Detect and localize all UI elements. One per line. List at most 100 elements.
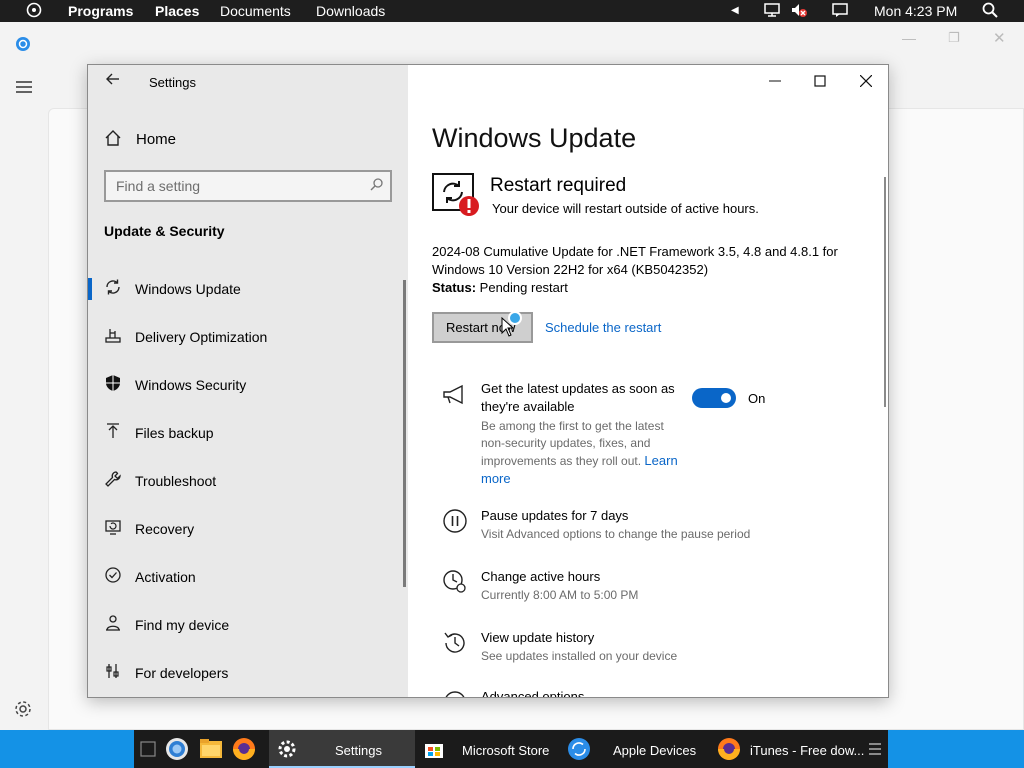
delivery-icon <box>104 326 122 346</box>
chat-icon[interactable] <box>831 2 849 21</box>
sidebar-scrollbar[interactable] <box>403 280 406 587</box>
downloads-link[interactable]: Downloads <box>316 3 385 19</box>
file-manager-icon[interactable] <box>198 730 224 768</box>
taskbar-item-settings[interactable]: Settings <box>269 730 415 768</box>
recovery-icon <box>104 518 122 538</box>
section-heading: Update & Security <box>104 223 225 239</box>
hamburger-menu-icon[interactable] <box>16 80 32 99</box>
nav-item-windows-update[interactable]: Windows Update <box>88 266 408 314</box>
window-title: Settings <box>149 75 196 90</box>
option-title: Advanced options <box>481 689 585 698</box>
settings-sidebar: Settings Home Find a setting Update & Se… <box>88 65 408 697</box>
option-title: View update history <box>481 630 595 645</box>
home-icon <box>104 129 124 151</box>
shield-icon <box>104 374 122 394</box>
nav-label: Find my device <box>135 617 230 633</box>
top-panel: Programs Places Documents Downloads ◀ Mo… <box>0 0 1024 22</box>
nav-item-for-developers[interactable]: For developers <box>88 650 408 697</box>
backup-icon <box>104 422 122 442</box>
settings-main: Windows Update Restart required Your dev… <box>408 65 888 698</box>
close-button[interactable] <box>852 73 880 93</box>
programs-menu[interactable]: Programs <box>68 3 133 19</box>
documents-link[interactable]: Documents <box>220 3 291 19</box>
arrow-left-icon[interactable]: ◀ <box>731 3 739 19</box>
toggle-knob <box>721 393 731 403</box>
nav-label: Delivery Optimization <box>135 329 268 345</box>
store-icon <box>424 739 444 762</box>
person-location-icon <box>104 614 122 634</box>
check-circle-icon <box>104 566 122 586</box>
maximize-button[interactable] <box>806 73 834 93</box>
selection-indicator <box>88 278 92 300</box>
latest-updates-toggle[interactable] <box>692 388 736 408</box>
clock-gear-icon <box>442 569 468 595</box>
option-subtitle: Visit Advanced options to change the pau… <box>481 527 751 541</box>
apple-devices-icon <box>567 737 591 764</box>
nav-list: Windows Update Delivery Optimization Win… <box>88 266 408 697</box>
developer-icon <box>104 662 122 682</box>
main-scrollbar[interactable] <box>884 177 886 407</box>
option-title: Change active hours <box>481 569 601 584</box>
taskbar-item-itunes-firefox[interactable]: iTunes - Free dow... <box>713 730 864 768</box>
activities-icon[interactable] <box>26 2 42 21</box>
taskbar-item-microsoft-store[interactable]: Microsoft Store <box>416 730 562 768</box>
schedule-restart-link[interactable]: Schedule the restart <box>545 320 661 335</box>
bg-close-icon[interactable]: ✕ <box>993 29 1006 47</box>
find-setting-input[interactable]: Find a setting <box>104 170 392 202</box>
toggle-state-label: On <box>748 391 766 406</box>
latest-updates-setting: Get the latest updates as soon as they'r… <box>432 380 872 490</box>
megaphone-icon <box>442 384 468 410</box>
app-logo-icon <box>15 36 31 57</box>
taskbar-item-apple-devices[interactable]: Apple Devices <box>563 730 709 768</box>
nav-label: Activation <box>135 569 196 585</box>
show-desktop-icon[interactable] <box>138 730 158 768</box>
search-placeholder: Find a setting <box>116 178 201 194</box>
latest-updates-title: Get the latest updates as soon as they'r… <box>481 381 675 414</box>
option-subtitle: Currently 8:00 AM to 5:00 PM <box>481 588 639 602</box>
nav-label: For developers <box>135 665 229 681</box>
advanced-options-icon <box>442 689 468 697</box>
latest-updates-desc-text: Be among the first to get the latest non… <box>481 419 664 468</box>
nav-item-recovery[interactable]: Recovery <box>88 506 408 554</box>
nav-label: Troubleshoot <box>135 473 217 489</box>
nav-item-troubleshoot[interactable]: Troubleshoot <box>88 458 408 506</box>
places-menu[interactable]: Places <box>155 3 199 19</box>
status-label: Status: <box>432 280 477 295</box>
clock[interactable]: Mon 4:23 PM <box>874 3 957 19</box>
display-icon[interactable] <box>763 2 781 21</box>
mouse-pointer-icon <box>501 316 515 337</box>
nav-label: Windows Update <box>135 281 241 297</box>
chrome-icon[interactable] <box>164 730 190 768</box>
taskbar: Settings Microsoft Store Apple Devices i… <box>0 730 1024 768</box>
update-name: 2024-08 Cumulative Update for .NET Frame… <box>432 244 838 277</box>
nav-item-windows-security[interactable]: Windows Security <box>88 362 408 410</box>
taskbar-label: Settings <box>335 743 382 758</box>
bg-maximize-icon[interactable]: ❐ <box>948 30 960 46</box>
task-dock: Settings Microsoft Store Apple Devices i… <box>134 730 888 768</box>
restart-required-text: Your device will restart outside of acti… <box>492 201 759 216</box>
minimize-button[interactable] <box>761 73 789 93</box>
history-icon <box>442 630 468 656</box>
nav-item-delivery-optimization[interactable]: Delivery Optimization <box>88 314 408 362</box>
gear-icon[interactable] <box>12 698 34 720</box>
search-icon[interactable] <box>982 2 998 21</box>
firefox-icon[interactable] <box>231 730 257 768</box>
nav-label: Files backup <box>135 425 214 441</box>
nav-label: Windows Security <box>135 377 247 393</box>
taskbar-label: Apple Devices <box>613 743 697 758</box>
volume-muted-icon[interactable] <box>790 2 808 21</box>
bg-minimize-icon[interactable]: — <box>902 30 916 46</box>
nav-item-find-my-device[interactable]: Find my device <box>88 602 408 650</box>
nav-item-activation[interactable]: Activation <box>88 554 408 602</box>
settings-gear-icon <box>277 739 297 762</box>
taskbar-menu-icon[interactable] <box>864 730 886 768</box>
taskbar-label: iTunes - Free dow... <box>750 743 865 758</box>
update-status: Status: Pending restart <box>432 280 568 295</box>
refresh-icon <box>104 278 122 298</box>
nav-item-files-backup[interactable]: Files backup <box>88 410 408 458</box>
home-label: Home <box>136 131 177 148</box>
pause-icon <box>442 508 468 534</box>
wrench-icon <box>104 470 122 490</box>
back-arrow-icon[interactable] <box>102 71 124 93</box>
taskbar-label: Microsoft Store <box>462 743 550 758</box>
